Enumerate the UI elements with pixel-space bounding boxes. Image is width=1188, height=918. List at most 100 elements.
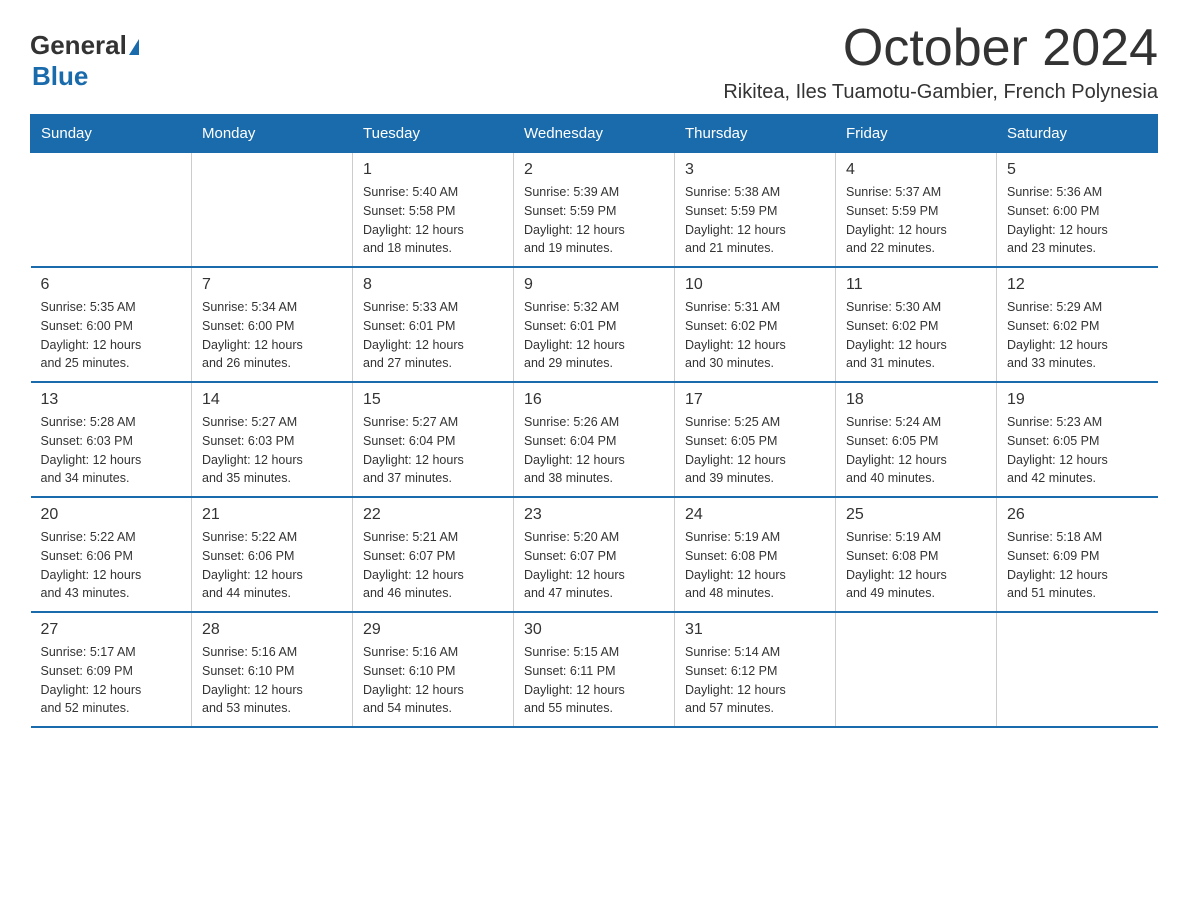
day-info: Sunrise: 5:40 AM Sunset: 5:58 PM Dayligh… <box>363 183 503 258</box>
calendar-cell: 7 Sunrise: 5:34 AM Sunset: 6:00 PM Daylig… <box>192 267 353 382</box>
calendar-week-2: 6 Sunrise: 5:35 AM Sunset: 6:00 PM Daylig… <box>31 267 1158 382</box>
calendar-cell: 23Sunrise: 5:20 AM Sunset: 6:07 PM Dayli… <box>514 497 675 612</box>
day-info: Sunrise: 5:34 AM Sunset: 6:00 PM Dayligh… <box>202 298 342 373</box>
day-info: Sunrise: 5:32 AM Sunset: 6:01 PM Dayligh… <box>524 298 664 373</box>
day-number: 20 <box>41 506 182 524</box>
calendar-cell: 16 Sunrise: 5:26 AM Sunset: 6:04 PM Dayli… <box>514 382 675 497</box>
calendar-cell: 24 Sunrise: 5:19 AM Sunset: 6:08 PM Dayli… <box>675 497 836 612</box>
calendar-cell: 5 Sunrise: 5:36 AM Sunset: 6:00 PM Daylig… <box>997 153 1158 268</box>
calendar-table: SundayMondayTuesdayWednesdayThursdayFrid… <box>30 114 1158 728</box>
day-number: 22 <box>363 506 503 524</box>
day-info: Sunrise: 5:38 AM Sunset: 5:59 PM Dayligh… <box>685 183 825 258</box>
day-number: 2 <box>524 161 664 179</box>
day-number: 19 <box>1007 391 1148 409</box>
day-number: 9 <box>524 276 664 294</box>
day-info: Sunrise: 5:29 AM Sunset: 6:02 PM Dayligh… <box>1007 298 1148 373</box>
header-wednesday: Wednesday <box>514 115 675 153</box>
day-info: Sunrise: 5:25 AM Sunset: 6:05 PM Dayligh… <box>685 413 825 488</box>
day-number: 28 <box>202 621 342 639</box>
calendar-cell <box>192 153 353 268</box>
day-info: Sunrise: 5:22 AM Sunset: 6:06 PM Dayligh… <box>41 528 182 603</box>
day-number: 1 <box>363 161 503 179</box>
day-number: 17 <box>685 391 825 409</box>
day-number: 3 <box>685 161 825 179</box>
calendar-week-5: 27 Sunrise: 5:17 AM Sunset: 6:09 PM Dayli… <box>31 612 1158 727</box>
main-title: October 2024 <box>723 20 1158 77</box>
calendar-cell: 22 Sunrise: 5:21 AM Sunset: 6:07 PM Dayli… <box>353 497 514 612</box>
day-number: 23 <box>524 506 664 524</box>
calendar-cell: 13 Sunrise: 5:28 AM Sunset: 6:03 PM Dayli… <box>31 382 192 497</box>
day-info: Sunrise: 5:23 AM Sunset: 6:05 PM Dayligh… <box>1007 413 1148 488</box>
day-info: Sunrise: 5:17 AM Sunset: 6:09 PM Dayligh… <box>41 643 182 718</box>
calendar-cell <box>836 612 997 727</box>
header-thursday: Thursday <box>675 115 836 153</box>
calendar-cell: 27 Sunrise: 5:17 AM Sunset: 6:09 PM Dayli… <box>31 612 192 727</box>
day-info: Sunrise: 5:35 AM Sunset: 6:00 PM Dayligh… <box>41 298 182 373</box>
calendar-cell: 9 Sunrise: 5:32 AM Sunset: 6:01 PM Daylig… <box>514 267 675 382</box>
day-info: Sunrise: 5:16 AM Sunset: 6:10 PM Dayligh… <box>363 643 503 718</box>
day-number: 27 <box>41 621 182 639</box>
day-number: 30 <box>524 621 664 639</box>
calendar-cell: 18Sunrise: 5:24 AM Sunset: 6:05 PM Dayli… <box>836 382 997 497</box>
day-number: 31 <box>685 621 825 639</box>
day-number: 13 <box>41 391 182 409</box>
day-info: Sunrise: 5:19 AM Sunset: 6:08 PM Dayligh… <box>685 528 825 603</box>
logo-general-text: General <box>30 30 127 61</box>
day-info: Sunrise: 5:37 AM Sunset: 5:59 PM Dayligh… <box>846 183 986 258</box>
day-info: Sunrise: 5:24 AM Sunset: 6:05 PM Dayligh… <box>846 413 986 488</box>
logo: General Blue <box>30 30 139 92</box>
day-number: 25 <box>846 506 986 524</box>
header-monday: Monday <box>192 115 353 153</box>
day-number: 26 <box>1007 506 1148 524</box>
day-number: 6 <box>41 276 182 294</box>
header-sunday: Sunday <box>31 115 192 153</box>
calendar-cell: 30Sunrise: 5:15 AM Sunset: 6:11 PM Dayli… <box>514 612 675 727</box>
day-number: 24 <box>685 506 825 524</box>
day-number: 15 <box>363 391 503 409</box>
day-info: Sunrise: 5:18 AM Sunset: 6:09 PM Dayligh… <box>1007 528 1148 603</box>
day-info: Sunrise: 5:28 AM Sunset: 6:03 PM Dayligh… <box>41 413 182 488</box>
header-friday: Friday <box>836 115 997 153</box>
day-info: Sunrise: 5:36 AM Sunset: 6:00 PM Dayligh… <box>1007 183 1148 258</box>
calendar-cell: 28 Sunrise: 5:16 AM Sunset: 6:10 PM Dayli… <box>192 612 353 727</box>
calendar-cell: 12 Sunrise: 5:29 AM Sunset: 6:02 PM Dayli… <box>997 267 1158 382</box>
day-info: Sunrise: 5:39 AM Sunset: 5:59 PM Dayligh… <box>524 183 664 258</box>
day-number: 21 <box>202 506 342 524</box>
day-info: Sunrise: 5:19 AM Sunset: 6:08 PM Dayligh… <box>846 528 986 603</box>
calendar-cell: 19 Sunrise: 5:23 AM Sunset: 6:05 PM Dayli… <box>997 382 1158 497</box>
day-number: 7 <box>202 276 342 294</box>
calendar-cell: 2 Sunrise: 5:39 AM Sunset: 5:59 PM Daylig… <box>514 153 675 268</box>
day-info: Sunrise: 5:27 AM Sunset: 6:04 PM Dayligh… <box>363 413 503 488</box>
calendar-cell: 8 Sunrise: 5:33 AM Sunset: 6:01 PM Daylig… <box>353 267 514 382</box>
day-number: 14 <box>202 391 342 409</box>
calendar-cell: 11Sunrise: 5:30 AM Sunset: 6:02 PM Dayli… <box>836 267 997 382</box>
calendar-header-row: SundayMondayTuesdayWednesdayThursdayFrid… <box>31 115 1158 153</box>
day-info: Sunrise: 5:21 AM Sunset: 6:07 PM Dayligh… <box>363 528 503 603</box>
calendar-cell: 3 Sunrise: 5:38 AM Sunset: 5:59 PM Daylig… <box>675 153 836 268</box>
calendar-cell <box>31 153 192 268</box>
day-number: 16 <box>524 391 664 409</box>
calendar-cell: 20 Sunrise: 5:22 AM Sunset: 6:06 PM Dayli… <box>31 497 192 612</box>
day-info: Sunrise: 5:22 AM Sunset: 6:06 PM Dayligh… <box>202 528 342 603</box>
calendar-week-3: 13 Sunrise: 5:28 AM Sunset: 6:03 PM Dayli… <box>31 382 1158 497</box>
logo-blue-part <box>127 39 139 53</box>
day-info: Sunrise: 5:16 AM Sunset: 6:10 PM Dayligh… <box>202 643 342 718</box>
day-number: 5 <box>1007 161 1148 179</box>
day-number: 4 <box>846 161 986 179</box>
page-header: General Blue October 2024 Rikitea, Iles … <box>30 20 1158 104</box>
calendar-week-1: 1 Sunrise: 5:40 AM Sunset: 5:58 PM Daylig… <box>31 153 1158 268</box>
day-info: Sunrise: 5:26 AM Sunset: 6:04 PM Dayligh… <box>524 413 664 488</box>
day-number: 29 <box>363 621 503 639</box>
calendar-cell: 21 Sunrise: 5:22 AM Sunset: 6:06 PM Dayli… <box>192 497 353 612</box>
day-info: Sunrise: 5:31 AM Sunset: 6:02 PM Dayligh… <box>685 298 825 373</box>
calendar-cell: 31Sunrise: 5:14 AM Sunset: 6:12 PM Dayli… <box>675 612 836 727</box>
day-number: 10 <box>685 276 825 294</box>
day-number: 11 <box>846 276 986 294</box>
calendar-cell: 14Sunrise: 5:27 AM Sunset: 6:03 PM Dayli… <box>192 382 353 497</box>
day-info: Sunrise: 5:33 AM Sunset: 6:01 PM Dayligh… <box>363 298 503 373</box>
calendar-week-4: 20 Sunrise: 5:22 AM Sunset: 6:06 PM Dayli… <box>31 497 1158 612</box>
day-number: 8 <box>363 276 503 294</box>
day-number: 12 <box>1007 276 1148 294</box>
calendar-cell: 29 Sunrise: 5:16 AM Sunset: 6:10 PM Dayli… <box>353 612 514 727</box>
calendar-cell: 26 Sunrise: 5:18 AM Sunset: 6:09 PM Dayli… <box>997 497 1158 612</box>
